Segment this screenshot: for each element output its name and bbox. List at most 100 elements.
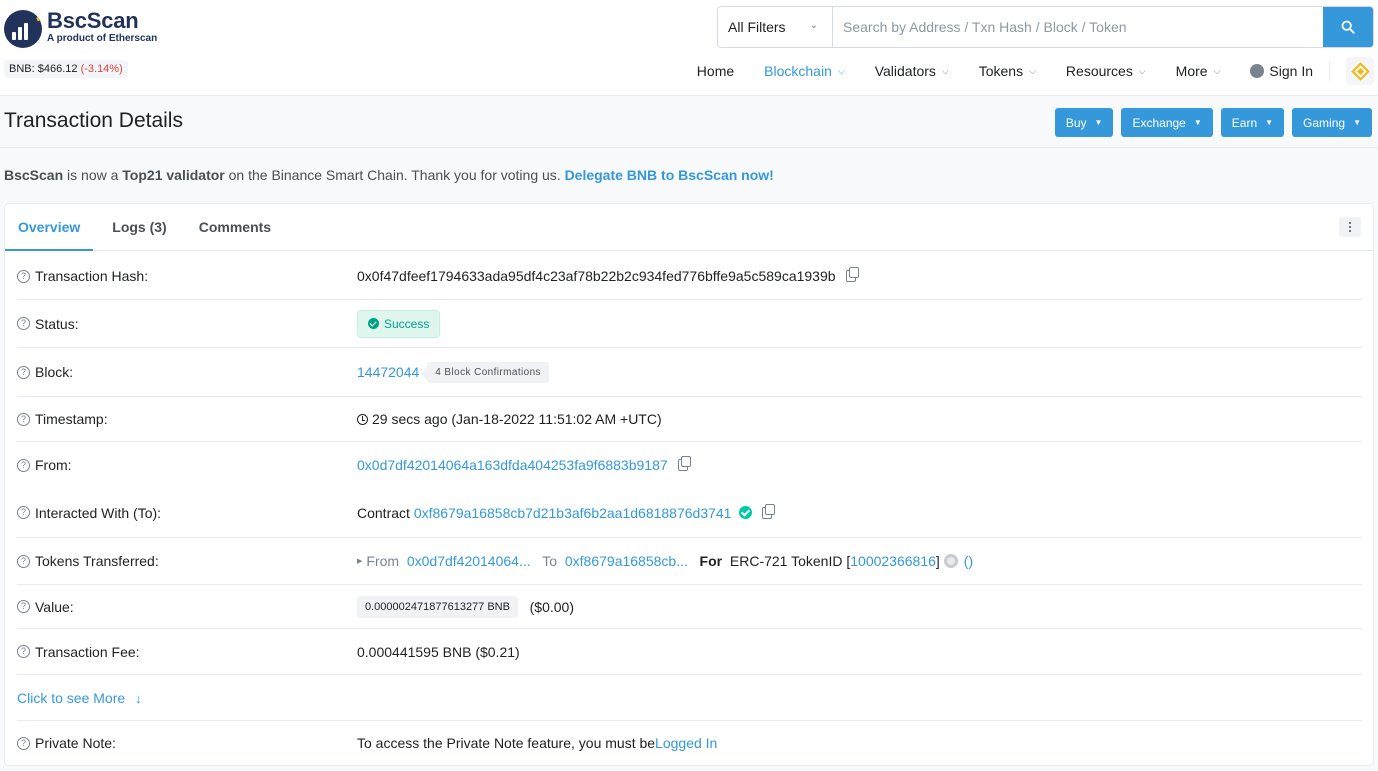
token-to-address-link[interactable]: 0xf8679a16858cb... <box>565 553 688 569</box>
chevron-down-icon: ⌄ <box>809 20 818 31</box>
sign-in-link[interactable]: Sign In <box>1250 63 1313 79</box>
row-private-note: ? Private Note: To access the Private Not… <box>17 721 1362 765</box>
notice-text-1: is now a <box>63 167 123 183</box>
site-header: BscScan A product of Etherscan BNB: $466… <box>0 0 1378 96</box>
notice-highlight: Top21 validator <box>122 167 225 183</box>
from-address-link[interactable]: 0x0d7df42014064a163dfda404253fa9f6883b91… <box>357 457 668 473</box>
copy-icon[interactable] <box>677 456 691 471</box>
token-from-address-link[interactable]: 0x0d7df42014064... <box>407 553 531 569</box>
interacted-with-label: Interacted With (To): <box>35 504 162 521</box>
earn-button-label: Earn <box>1231 115 1258 130</box>
user-icon <box>1250 64 1265 78</box>
search-filter-select[interactable]: All Filters ⌄ <box>718 7 833 47</box>
transaction-fee-label: Transaction Fee: <box>35 643 140 660</box>
status-badge: Success <box>357 309 441 338</box>
token-bracket-close: ] <box>935 553 940 569</box>
delegate-link[interactable]: Delegate BNB to BscScan now! <box>565 167 774 183</box>
tab-bar: Overview Logs (3) Comments <box>5 204 1373 251</box>
help-icon[interactable]: ? <box>17 736 30 750</box>
nav-home[interactable]: Home <box>697 63 734 79</box>
tab-comments[interactable]: Comments <box>186 204 284 250</box>
tab-logs[interactable]: Logs (3) <box>99 204 179 250</box>
logged-in-link[interactable]: Logged In <box>655 735 717 751</box>
copy-icon[interactable] <box>762 503 776 519</box>
token-type: ERC-721 TokenID [ <box>729 553 851 569</box>
gaming-button-label: Gaming <box>1303 115 1346 130</box>
chevron-down-icon: ⌵ <box>837 65 845 76</box>
earn-button[interactable]: Earn ▼ <box>1220 108 1285 137</box>
tab-overview[interactable]: Overview <box>5 204 94 251</box>
row-block: ? Block: 14472044 4 Block Confirmations <box>17 348 1362 397</box>
bnb-network-button[interactable] <box>1346 57 1374 85</box>
row-timestamp: ? Timestamp: 29 secs ago (Jan-18-2022 11:… <box>17 397 1362 442</box>
help-icon[interactable]: ? <box>17 645 30 658</box>
search-button[interactable] <box>1323 7 1373 47</box>
search-input[interactable] <box>833 7 1323 47</box>
chevron-down-icon: ⌵ <box>1213 65 1221 76</box>
status-value: Success <box>384 316 430 331</box>
page-title: Transaction Details <box>4 109 183 132</box>
transaction-fee-value: 0.000441595 BNB ($0.21) <box>357 643 520 660</box>
search-filter-label: All Filters <box>728 19 786 35</box>
nav-tokens[interactable]: Tokens ⌵ <box>979 63 1036 79</box>
bnb-icon <box>1350 61 1370 81</box>
bnb-price: BNB: $466.12 (-3.14%) <box>4 60 128 78</box>
search-icon <box>1341 20 1355 34</box>
nav-blockchain[interactable]: Blockchain ⌵ <box>764 63 845 79</box>
bnb-price-change: (-3.14%) <box>80 63 123 75</box>
timestamp-label: Timestamp: <box>35 411 108 427</box>
token-for-word: For <box>699 553 723 569</box>
contract-address-link[interactable]: 0xf8679a16858cb7d21b3af6b2aa1d6818876d37… <box>414 505 732 521</box>
transaction-hash-label: Transaction Hash: <box>35 268 149 284</box>
nav-home-label: Home <box>696 63 735 79</box>
nav-resources[interactable]: Resources ⌵ <box>1066 63 1146 79</box>
token-icon <box>943 554 958 568</box>
chevron-down-icon: ▼ <box>1265 118 1274 127</box>
private-note-label: Private Note: <box>35 735 116 751</box>
token-from-word: From <box>366 553 400 569</box>
help-icon[interactable]: ? <box>17 269 30 283</box>
help-icon[interactable]: ? <box>17 365 30 379</box>
row-transaction-hash: ? Transaction Hash: 0x0f47dfeef1794633ada… <box>17 253 1362 300</box>
token-name-link[interactable]: () <box>964 553 973 569</box>
see-more-link[interactable]: Click to see More ↓ <box>17 690 142 706</box>
title-divider <box>0 147 1378 148</box>
chevron-down-icon: ⌵ <box>1138 65 1146 76</box>
contract-prefix: Contract <box>357 504 410 521</box>
token-id-link[interactable]: 10002366816 <box>850 553 936 569</box>
timestamp-value: 29 secs ago (Jan-18-2022 11:51:02 AM +UT… <box>372 411 662 427</box>
more-options-icon[interactable] <box>1339 217 1361 237</box>
row-value: ? Value: 0.000002471877613277 BNB ($0.00) <box>17 585 1362 629</box>
from-label: From: <box>35 457 72 473</box>
notice-brand: BscScan <box>4 167 64 183</box>
block-confirmations-badge: 4 Block Confirmations <box>421 361 549 383</box>
see-more-label: Click to see More <box>17 689 126 706</box>
nav-more-label: More <box>1175 63 1208 79</box>
value-label: Value: <box>35 598 74 615</box>
nav-resources-label: Resources <box>1065 63 1133 79</box>
chevron-down-icon: ▼ <box>1094 118 1103 127</box>
help-icon[interactable]: ? <box>17 554 30 568</box>
chevron-down-icon: ▼ <box>1193 118 1202 127</box>
bscscan-logo-icon <box>4 10 42 48</box>
row-see-more: Click to see More ↓ <box>17 675 1362 721</box>
row-interacted-with: ? Interacted With (To): Contract 0xf8679a… <box>17 488 1362 538</box>
help-icon[interactable]: ? <box>17 506 30 519</box>
exchange-button[interactable]: Exchange ▼ <box>1121 108 1213 137</box>
value-usd: ($0.00) <box>529 598 574 615</box>
help-icon[interactable]: ? <box>17 412 30 426</box>
buy-button[interactable]: Buy ▼ <box>1054 108 1114 137</box>
nav-more[interactable]: More ⌵ <box>1176 63 1221 79</box>
row-transaction-fee: ? Transaction Fee: 0.000441595 BNB ($0.21… <box>17 629 1362 675</box>
help-icon[interactable]: ? <box>17 458 30 472</box>
bscscan-logo[interactable]: BscScan A product of Etherscan <box>4 8 157 48</box>
copy-icon[interactable] <box>845 267 859 282</box>
nav-validators[interactable]: Validators ⌵ <box>875 63 949 79</box>
arrow-down-icon: ↓ <box>135 690 142 706</box>
chevron-down-icon: ⌵ <box>1029 65 1036 76</box>
gaming-button[interactable]: Gaming ▼ <box>1292 108 1372 137</box>
logo-tagline: A product of Etherscan <box>47 33 158 44</box>
block-number-link[interactable]: 14472044 <box>357 364 419 380</box>
help-icon[interactable]: ? <box>17 600 30 613</box>
help-icon[interactable]: ? <box>17 317 30 330</box>
